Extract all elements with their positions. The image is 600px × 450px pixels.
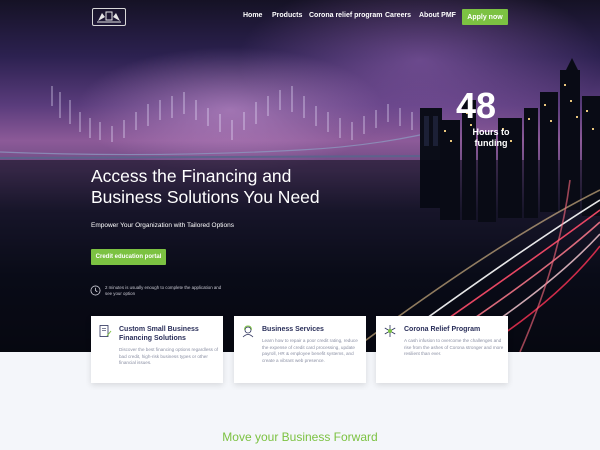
card-description: Learn how to repair a poor credit rating… [262,338,358,363]
card-business-services[interactable]: Business Services Learn how to repair a … [234,316,366,383]
funding-hours-label-line2: funding [474,138,508,148]
card-description: Discover the best financing options rega… [119,347,219,366]
funding-hours-label: Hours to funding [461,127,521,149]
funding-hours-label-line1: Hours to [472,127,510,137]
section-title: Move your Business Forward [222,430,378,444]
card-title: Corona Relief Program [404,326,481,333]
nav-home[interactable]: Home [243,12,262,19]
application-time-note: 2 minutes is usually enough to complete … [105,285,222,296]
card-title: Business Services [262,326,324,333]
nav-about[interactable]: About PMF [419,12,456,19]
clock-icon [90,285,101,296]
nav-products[interactable]: Products [272,12,302,19]
document-pen-icon [99,325,112,337]
hero-headline: Access the Financing and Business Soluti… [91,166,391,208]
hero-headline-line2: Business Solutions You Need [91,187,320,207]
hero-subheadline: Empower Your Organization with Tailored … [91,222,234,229]
card-financing-solutions[interactable]: Custom Small Business Financing Solution… [91,316,223,383]
apply-now-button[interactable]: Apply now [462,9,508,25]
crest-logo-icon[interactable] [92,8,126,26]
card-corona-relief[interactable]: Corona Relief Program A cash infusion to… [376,316,508,383]
hero-background: Home Products Corona relief program Care… [0,0,600,352]
snowflake-virus-icon [384,325,396,337]
nav-corona-relief[interactable]: Corona relief program [309,12,383,19]
person-support-icon [242,325,254,338]
card-title: Custom Small Business Financing Solution… [119,326,199,342]
credit-education-portal-button[interactable]: Credit education portal [91,249,166,265]
top-navigation: Home Products Corona relief program Care… [0,0,600,34]
funding-hours-number: 48 [456,85,497,126]
card-description: A cash infusion to overcome the challeng… [404,338,504,357]
hero-headline-line1: Access the Financing and [91,166,292,186]
nav-careers[interactable]: Careers [385,12,411,19]
